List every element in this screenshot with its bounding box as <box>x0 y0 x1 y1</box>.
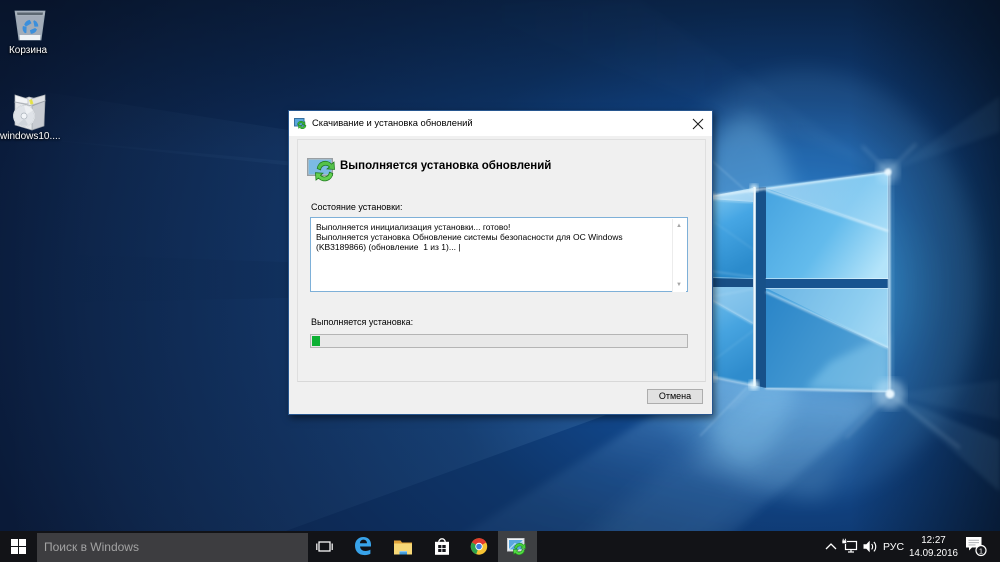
svg-text:1: 1 <box>979 546 983 555</box>
